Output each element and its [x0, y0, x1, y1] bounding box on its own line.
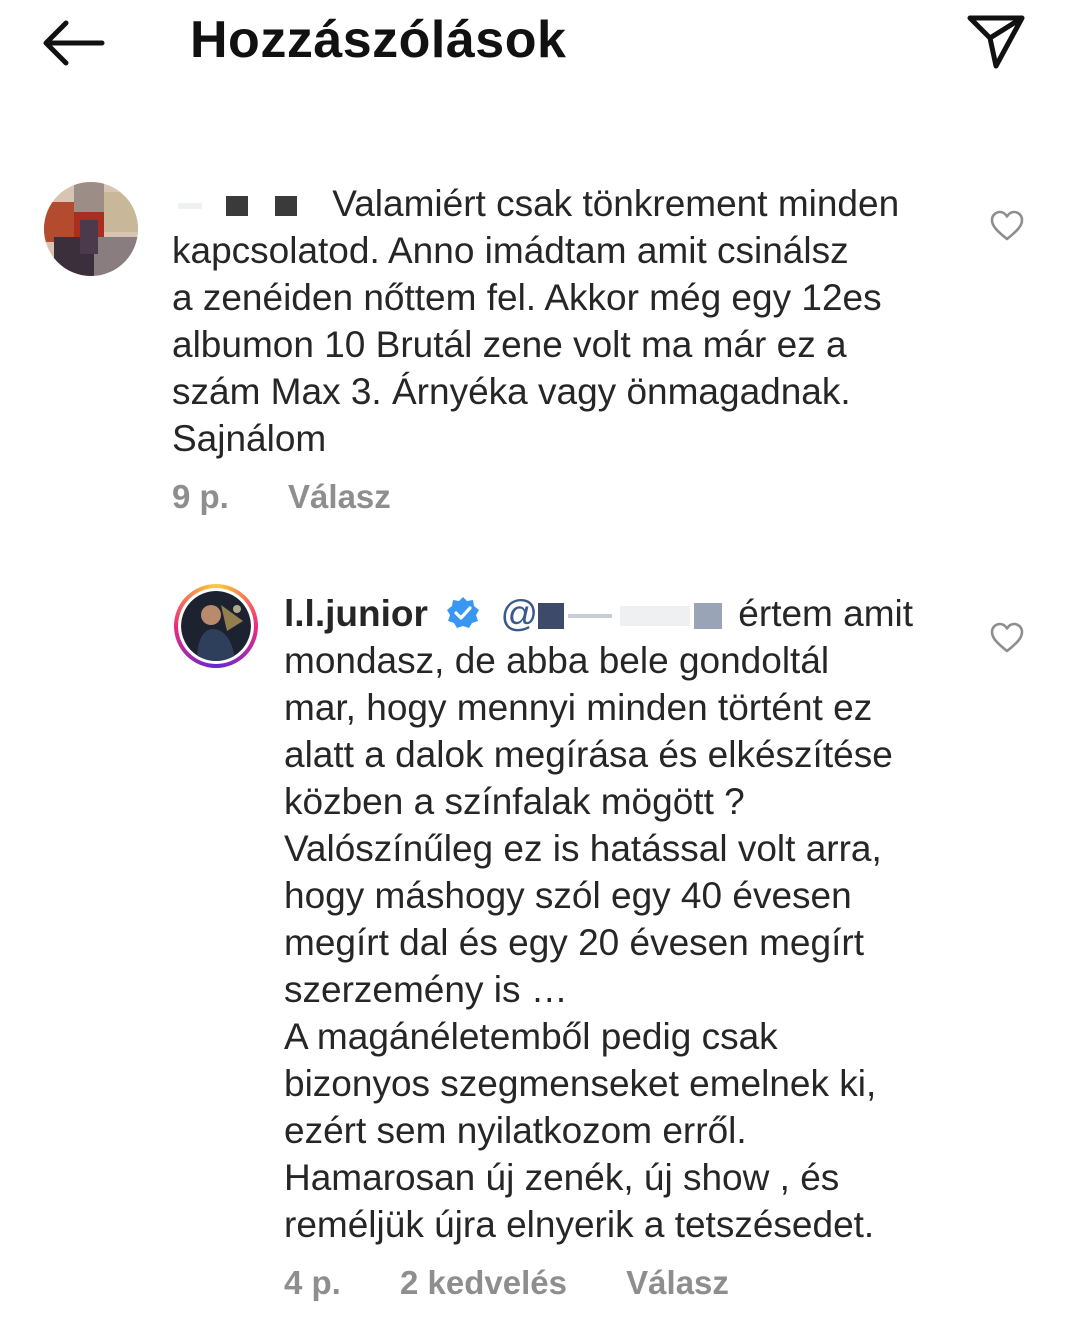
- comment-line: megírt dal és egy 20 évesen megírt: [284, 922, 864, 963]
- comment-meta: 4 p. 2 kedvelés Válasz: [284, 1264, 779, 1302]
- username-redacted: [172, 180, 322, 227]
- avatar-image: [44, 182, 138, 276]
- comment-line: Valamiért csak tönkrement minden: [172, 180, 972, 227]
- comment-body: l.l.junior @ értem amit mondasz, de abba…: [284, 590, 974, 1248]
- comment-line: közben a színfalak mögött ?: [284, 781, 745, 822]
- mention-link[interactable]: @: [500, 593, 732, 634]
- back-button[interactable]: [40, 18, 106, 68]
- comment-line: Sajnálom: [172, 418, 327, 459]
- share-button[interactable]: [966, 12, 1026, 70]
- comment-line: hogy máshogy szól egy 40 évesen: [284, 875, 852, 916]
- comment-line: Valószínűleg ez is hatással volt arra,: [284, 828, 882, 869]
- comment-line: albumon 10 Brutál zene volt ma már ez a: [172, 324, 847, 365]
- reply-button[interactable]: Válasz: [288, 478, 391, 515]
- comment-line: bizonyos szegmenseket emelnek ki,: [284, 1063, 877, 1104]
- username-link[interactable]: l.l.junior: [284, 593, 428, 634]
- like-button[interactable]: [990, 622, 1024, 654]
- comment-line: A magánéletemből pedig csak: [284, 1016, 778, 1057]
- send-paper-plane-icon: [967, 15, 1025, 69]
- comment-line: l.l.junior @ értem amit: [284, 593, 914, 634]
- reply-comment-item: l.l.junior @ értem amit mondasz, de abba…: [0, 580, 1080, 1320]
- comment-line: reméljük újra elnyerik a tetszésedet.: [284, 1204, 875, 1245]
- heart-outline-icon: [990, 622, 1024, 653]
- like-button[interactable]: [990, 210, 1024, 242]
- comment-line: a zenéiden nőttem fel. Akkor még egy 12e…: [172, 277, 882, 318]
- heart-outline-icon: [990, 210, 1024, 241]
- page-title: Hozzászólások: [190, 11, 567, 69]
- comment-body: Valamiért csak tönkrement minden kapcsol…: [172, 180, 972, 462]
- arrow-left-icon: [43, 20, 105, 66]
- comment-line: kapcsolatod. Anno imádtam amit csinálsz: [172, 230, 849, 271]
- comment-line: ezért sem nyilatkozom erről.: [284, 1110, 747, 1151]
- verified-badge-icon: [447, 597, 480, 628]
- comment-line: Hamarosan új zenék, új show , és: [284, 1157, 840, 1198]
- avatar[interactable]: [44, 182, 138, 276]
- comment-line: alatt a dalok megírása és elkészítése: [284, 734, 893, 775]
- comment-line: szám Max 3. Árnyéka vagy önmagadnak.: [172, 371, 851, 412]
- comment-item: Valamiért csak tönkrement minden kapcsol…: [0, 170, 1080, 530]
- avatar-image: [181, 591, 251, 661]
- comment-line: mar, hogy mennyi minden történt ez: [284, 687, 873, 728]
- comment-line: szerzemény is …: [284, 969, 568, 1010]
- likes-count[interactable]: 2 kedvelés: [400, 1264, 567, 1301]
- avatar: [178, 588, 254, 664]
- comment-time: 4 p.: [284, 1264, 341, 1301]
- comment-line: mondasz, de abba bele gondoltál: [284, 640, 830, 681]
- comment-meta: 9 p. Válasz: [172, 478, 441, 516]
- top-bar: Hozzászólások: [0, 0, 1080, 90]
- avatar-story-ring[interactable]: [174, 584, 258, 668]
- reply-button[interactable]: Válasz: [626, 1264, 729, 1301]
- comment-time: 9 p.: [172, 478, 229, 515]
